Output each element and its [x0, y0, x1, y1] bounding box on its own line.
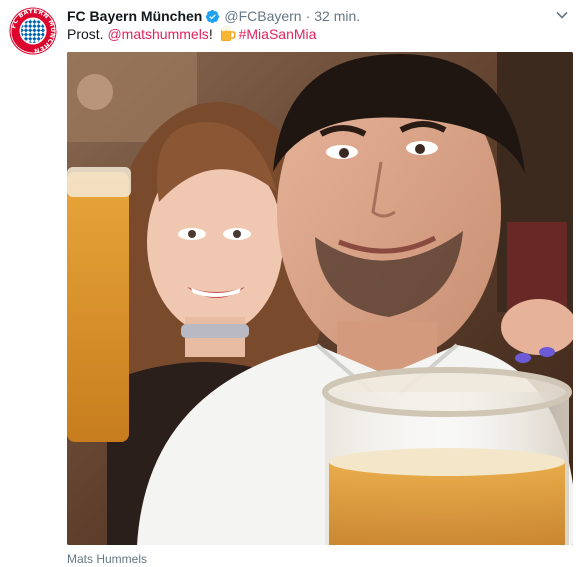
- tweet-photo[interactable]: [67, 52, 573, 545]
- tweet-card[interactable]: FC BAYERN MÜNCHEN FC Bayern München @FCB…: [0, 0, 583, 567]
- tweet-timestamp[interactable]: 32 min.: [314, 8, 360, 24]
- tweet-text-mid: !: [208, 26, 217, 42]
- photo-caption: Mats Hummels: [67, 552, 148, 566]
- mention-link[interactable]: @matshummels: [107, 26, 208, 42]
- tweet-header: FC Bayern München @FCBayern · 32 min.: [67, 6, 360, 26]
- tweet-text: Prost. @matshummels! #MiaSanMia: [67, 25, 316, 46]
- separator-dot: ·: [305, 8, 311, 24]
- tweet-text-prefix: Prost.: [67, 26, 108, 42]
- fc-bayern-logo-avatar[interactable]: FC BAYERN MÜNCHEN: [9, 7, 57, 55]
- account-name[interactable]: FC Bayern München: [67, 8, 202, 24]
- chevron-down-icon[interactable]: [553, 8, 571, 22]
- beer-mug-icon: [219, 25, 236, 46]
- account-handle[interactable]: @FCBayern: [224, 8, 301, 24]
- hashtag-link[interactable]: #MiaSanMia: [239, 26, 317, 42]
- selfie-photo-illustration: [67, 52, 573, 545]
- verified-badge-icon: [205, 9, 220, 24]
